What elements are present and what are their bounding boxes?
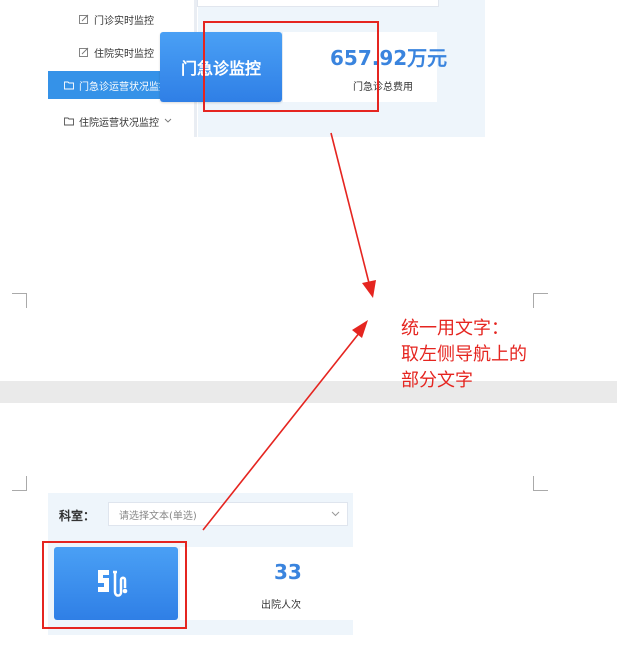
annotation-arrows	[202, 132, 376, 531]
arrow-head	[362, 280, 376, 298]
arrow-line	[202, 331, 361, 531]
arrow-head	[352, 320, 368, 338]
arrow-line	[330, 132, 370, 284]
